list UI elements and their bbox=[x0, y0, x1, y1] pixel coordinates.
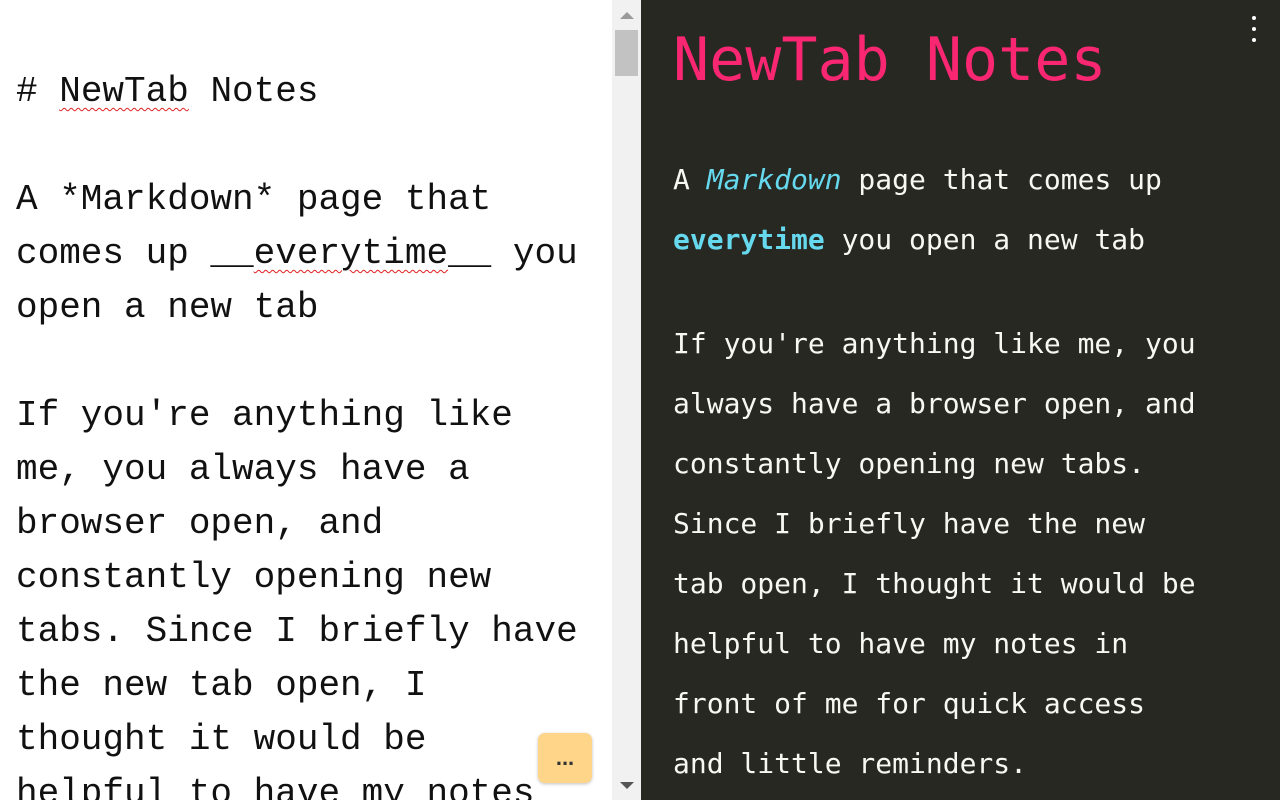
preview-line: constantly opening new tabs. bbox=[673, 434, 1263, 494]
preview-text-run: If you're anything like me, you bbox=[673, 327, 1196, 360]
preview-line: everytime you open a new tab bbox=[673, 210, 1263, 270]
markdown-preview: NewTab Notes A Markdown page that comes … bbox=[641, 0, 1280, 800]
bold-text: everytime bbox=[673, 223, 825, 256]
scroll-down-arrow-icon[interactable] bbox=[612, 770, 641, 800]
preview-text-run: A bbox=[673, 163, 707, 196]
editor-text-run: open a new tab bbox=[16, 287, 319, 328]
preview-line: If you're anything like me, you bbox=[673, 314, 1263, 374]
editor-text-run: comes up __ bbox=[16, 233, 254, 274]
editor-line: constantly opening new bbox=[16, 551, 596, 605]
preview-line: always have a browser open, and bbox=[673, 374, 1263, 434]
editor-line: If you're anything like bbox=[16, 389, 596, 443]
editor-line: # NewTab Notes bbox=[16, 65, 596, 119]
preview-text-run: constantly opening new tabs. bbox=[673, 447, 1146, 480]
preview-text-run: you open a new tab bbox=[824, 223, 1146, 256]
editor-text-run: constantly opening new bbox=[16, 557, 492, 598]
preview-line: A Markdown page that comes up bbox=[673, 150, 1263, 210]
editor-text-run: thought it would be bbox=[16, 719, 427, 760]
editor-line: comes up __everytime__ you bbox=[16, 227, 596, 281]
preview-text-run: and little reminders. bbox=[673, 747, 1028, 780]
editor-text-run: If you're anything like bbox=[16, 395, 513, 436]
editor-scrollbar[interactable] bbox=[612, 0, 641, 800]
editor-line: A *Markdown* page that bbox=[16, 173, 596, 227]
misspelled-word: NewTab bbox=[59, 71, 189, 112]
editor-line: the new tab open, I bbox=[16, 659, 596, 713]
editor-text-area[interactable]: # NewTab Notes A *Markdown* page that come… bbox=[16, 65, 596, 800]
kebab-menu-icon[interactable] bbox=[1242, 14, 1266, 44]
editor-text-run: the new tab open, I bbox=[16, 665, 427, 706]
preview-heading: NewTab Notes bbox=[673, 25, 1107, 95]
editor-text-run: Notes bbox=[188, 71, 319, 112]
preview-text-run: Since I briefly have the new bbox=[673, 507, 1146, 540]
more-options-button[interactable]: ... bbox=[538, 733, 592, 783]
emphasis-text: Markdown bbox=[706, 163, 842, 196]
editor-text-run: # bbox=[16, 71, 60, 112]
preview-text-run: front of me for quick access bbox=[673, 687, 1146, 720]
editor-line: tabs. Since I briefly have bbox=[16, 605, 596, 659]
editor-text-run: tabs. Since I briefly have bbox=[16, 611, 578, 652]
preview-line: front of me for quick access bbox=[673, 674, 1263, 734]
scroll-up-arrow-icon[interactable] bbox=[612, 0, 641, 30]
misspelled-word: everytime bbox=[253, 233, 449, 274]
preview-text-run: always have a browser open, and bbox=[673, 387, 1196, 420]
preview-text-run: page that comes up bbox=[841, 163, 1162, 196]
markdown-editor[interactable]: # NewTab Notes A *Markdown* page that come… bbox=[0, 0, 612, 800]
editor-line: helpful to have my notes bbox=[16, 767, 596, 800]
editor-text-run: me, you always have a bbox=[16, 449, 470, 490]
scrollbar-thumb[interactable] bbox=[615, 30, 638, 76]
preview-text-run: helpful to have my notes in bbox=[673, 627, 1129, 660]
editor-line: thought it would be bbox=[16, 713, 596, 767]
preview-paragraph: A Markdown page that comes up everytime y… bbox=[673, 150, 1263, 270]
preview-body: A Markdown page that comes up everytime y… bbox=[673, 150, 1263, 794]
preview-paragraph: If you're anything like me, you always ha… bbox=[673, 314, 1263, 794]
preview-line: Since I briefly have the new bbox=[673, 494, 1263, 554]
preview-line: and little reminders. bbox=[673, 734, 1263, 794]
editor-line: me, you always have a bbox=[16, 443, 596, 497]
preview-line: helpful to have my notes in bbox=[673, 614, 1263, 674]
editor-line: open a new tab bbox=[16, 281, 596, 335]
preview-line: tab open, I thought it would be bbox=[673, 554, 1263, 614]
editor-line: browser open, and bbox=[16, 497, 596, 551]
editor-text-run: helpful to have my notes bbox=[16, 773, 535, 800]
editor-text-run: A *Markdown* page that bbox=[16, 179, 492, 220]
preview-text-run: tab open, I thought it would be bbox=[673, 567, 1196, 600]
editor-text-run: __ you bbox=[448, 233, 578, 274]
editor-text-run: browser open, and bbox=[16, 503, 384, 544]
